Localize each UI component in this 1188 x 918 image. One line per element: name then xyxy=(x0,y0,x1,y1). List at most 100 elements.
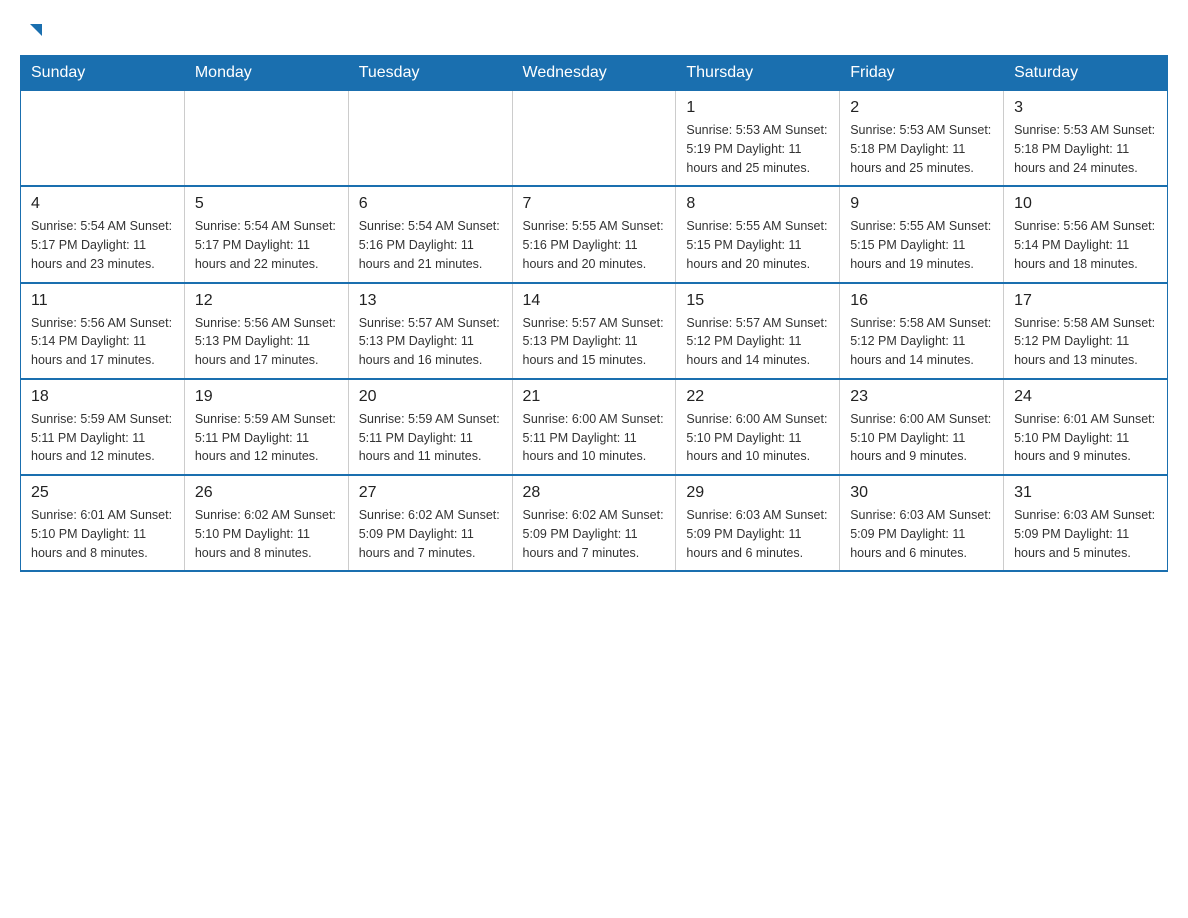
day-info: Sunrise: 5:59 AM Sunset: 5:11 PM Dayligh… xyxy=(195,410,338,466)
day-number: 29 xyxy=(686,484,829,502)
day-info: Sunrise: 6:03 AM Sunset: 5:09 PM Dayligh… xyxy=(686,506,829,562)
page-header xyxy=(20,20,1168,45)
day-info: Sunrise: 6:02 AM Sunset: 5:09 PM Dayligh… xyxy=(359,506,502,562)
day-info: Sunrise: 5:58 AM Sunset: 5:12 PM Dayligh… xyxy=(850,314,993,370)
day-number: 9 xyxy=(850,195,993,213)
day-number: 2 xyxy=(850,99,993,117)
calendar-week-row: 18 Sunrise: 5:59 AM Sunset: 5:11 PM Dayli… xyxy=(21,379,1168,475)
day-info: Sunrise: 5:56 AM Sunset: 5:14 PM Dayligh… xyxy=(1014,217,1157,273)
day-number: 10 xyxy=(1014,195,1157,213)
calendar-week-row: 25 Sunrise: 6:01 AM Sunset: 5:10 PM Dayli… xyxy=(21,475,1168,571)
calendar-day-cell: 18 Sunrise: 5:59 AM Sunset: 5:11 PM Dayli… xyxy=(21,379,185,475)
day-info: Sunrise: 6:00 AM Sunset: 5:10 PM Dayligh… xyxy=(850,410,993,466)
day-of-week-header: Tuesday xyxy=(348,56,512,91)
day-info: Sunrise: 5:57 AM Sunset: 5:12 PM Dayligh… xyxy=(686,314,829,370)
calendar-week-row: 11 Sunrise: 5:56 AM Sunset: 5:14 PM Dayli… xyxy=(21,283,1168,379)
day-number: 3 xyxy=(1014,99,1157,117)
day-info: Sunrise: 5:54 AM Sunset: 5:17 PM Dayligh… xyxy=(195,217,338,273)
calendar-day-cell: 16 Sunrise: 5:58 AM Sunset: 5:12 PM Dayli… xyxy=(840,283,1004,379)
day-number: 8 xyxy=(686,195,829,213)
day-info: Sunrise: 6:00 AM Sunset: 5:10 PM Dayligh… xyxy=(686,410,829,466)
calendar-day-cell: 7 Sunrise: 5:55 AM Sunset: 5:16 PM Daylig… xyxy=(512,186,676,282)
calendar-day-cell: 23 Sunrise: 6:00 AM Sunset: 5:10 PM Dayli… xyxy=(840,379,1004,475)
day-info: Sunrise: 6:03 AM Sunset: 5:09 PM Dayligh… xyxy=(850,506,993,562)
day-number: 13 xyxy=(359,292,502,310)
calendar-day-cell: 27 Sunrise: 6:02 AM Sunset: 5:09 PM Dayli… xyxy=(348,475,512,571)
day-info: Sunrise: 5:54 AM Sunset: 5:16 PM Dayligh… xyxy=(359,217,502,273)
day-info: Sunrise: 5:57 AM Sunset: 5:13 PM Dayligh… xyxy=(523,314,666,370)
day-number: 31 xyxy=(1014,484,1157,502)
logo xyxy=(20,20,46,45)
calendar-week-row: 1 Sunrise: 5:53 AM Sunset: 5:19 PM Daylig… xyxy=(21,91,1168,187)
day-number: 1 xyxy=(686,99,829,117)
day-number: 22 xyxy=(686,388,829,406)
calendar-day-cell: 12Sunrise: 5:56 AM Sunset: 5:13 PM Dayli… xyxy=(184,283,348,379)
day-info: Sunrise: 5:59 AM Sunset: 5:11 PM Dayligh… xyxy=(31,410,174,466)
day-number: 21 xyxy=(523,388,666,406)
day-number: 12 xyxy=(195,292,338,310)
calendar-table: SundayMondayTuesdayWednesdayThursdayFrid… xyxy=(20,55,1168,572)
day-info: Sunrise: 6:01 AM Sunset: 5:10 PM Dayligh… xyxy=(31,506,174,562)
day-number: 30 xyxy=(850,484,993,502)
calendar-day-cell: 19 Sunrise: 5:59 AM Sunset: 5:11 PM Dayli… xyxy=(184,379,348,475)
calendar-day-cell: 14 Sunrise: 5:57 AM Sunset: 5:13 PM Dayli… xyxy=(512,283,676,379)
calendar-day-cell: 15 Sunrise: 5:57 AM Sunset: 5:12 PM Dayli… xyxy=(676,283,840,379)
day-number: 23 xyxy=(850,388,993,406)
calendar-day-cell: 31 Sunrise: 6:03 AM Sunset: 5:09 PM Dayli… xyxy=(1004,475,1168,571)
calendar-day-cell: 26 Sunrise: 6:02 AM Sunset: 5:10 PM Dayli… xyxy=(184,475,348,571)
day-info: Sunrise: 5:57 AM Sunset: 5:13 PM Dayligh… xyxy=(359,314,502,370)
day-number: 4 xyxy=(31,195,174,213)
day-number: 14 xyxy=(523,292,666,310)
calendar-day-cell: 24Sunrise: 6:01 AM Sunset: 5:10 PM Dayli… xyxy=(1004,379,1168,475)
calendar-day-cell: 30 Sunrise: 6:03 AM Sunset: 5:09 PM Dayli… xyxy=(840,475,1004,571)
day-number: 18 xyxy=(31,388,174,406)
calendar-day-cell: 10 Sunrise: 5:56 AM Sunset: 5:14 PM Dayli… xyxy=(1004,186,1168,282)
calendar-day-cell: 4 Sunrise: 5:54 AM Sunset: 5:17 PM Daylig… xyxy=(21,186,185,282)
day-number: 17 xyxy=(1014,292,1157,310)
calendar-day-cell: 21 Sunrise: 6:00 AM Sunset: 5:11 PM Dayli… xyxy=(512,379,676,475)
day-number: 28 xyxy=(523,484,666,502)
day-number: 27 xyxy=(359,484,502,502)
day-number: 6 xyxy=(359,195,502,213)
calendar-day-cell: 11 Sunrise: 5:56 AM Sunset: 5:14 PM Dayli… xyxy=(21,283,185,379)
calendar-day-cell: 1 Sunrise: 5:53 AM Sunset: 5:19 PM Daylig… xyxy=(676,91,840,187)
day-number: 15 xyxy=(686,292,829,310)
day-info: Sunrise: 5:54 AM Sunset: 5:17 PM Dayligh… xyxy=(31,217,174,273)
day-number: 24 xyxy=(1014,388,1157,406)
day-info: Sunrise: 5:56 AM Sunset: 5:14 PM Dayligh… xyxy=(31,314,174,370)
calendar-day-cell: 20Sunrise: 5:59 AM Sunset: 5:11 PM Dayli… xyxy=(348,379,512,475)
calendar-day-cell: 25 Sunrise: 6:01 AM Sunset: 5:10 PM Dayli… xyxy=(21,475,185,571)
day-number: 19 xyxy=(195,388,338,406)
calendar-day-cell: 22 Sunrise: 6:00 AM Sunset: 5:10 PM Dayli… xyxy=(676,379,840,475)
calendar-day-cell: 8Sunrise: 5:55 AM Sunset: 5:15 PM Daylig… xyxy=(676,186,840,282)
day-info: Sunrise: 5:53 AM Sunset: 5:18 PM Dayligh… xyxy=(850,121,993,177)
calendar-day-cell: 17Sunrise: 5:58 AM Sunset: 5:12 PM Dayli… xyxy=(1004,283,1168,379)
day-of-week-header: Monday xyxy=(184,56,348,91)
calendar-day-cell: 28 Sunrise: 6:02 AM Sunset: 5:09 PM Dayli… xyxy=(512,475,676,571)
calendar-day-cell: 9Sunrise: 5:55 AM Sunset: 5:15 PM Daylig… xyxy=(840,186,1004,282)
day-info: Sunrise: 5:53 AM Sunset: 5:18 PM Dayligh… xyxy=(1014,121,1157,177)
calendar-week-row: 4 Sunrise: 5:54 AM Sunset: 5:17 PM Daylig… xyxy=(21,186,1168,282)
day-info: Sunrise: 5:53 AM Sunset: 5:19 PM Dayligh… xyxy=(686,121,829,177)
logo-arrow-icon xyxy=(24,20,46,47)
calendar-day-cell xyxy=(184,91,348,187)
day-info: Sunrise: 6:00 AM Sunset: 5:11 PM Dayligh… xyxy=(523,410,666,466)
calendar-day-cell xyxy=(512,91,676,187)
day-number: 7 xyxy=(523,195,666,213)
day-number: 25 xyxy=(31,484,174,502)
day-info: Sunrise: 6:02 AM Sunset: 5:10 PM Dayligh… xyxy=(195,506,338,562)
day-number: 11 xyxy=(31,292,174,310)
day-of-week-header: Saturday xyxy=(1004,56,1168,91)
day-info: Sunrise: 5:59 AM Sunset: 5:11 PM Dayligh… xyxy=(359,410,502,466)
day-number: 16 xyxy=(850,292,993,310)
day-number: 26 xyxy=(195,484,338,502)
day-info: Sunrise: 6:02 AM Sunset: 5:09 PM Dayligh… xyxy=(523,506,666,562)
day-info: Sunrise: 6:03 AM Sunset: 5:09 PM Dayligh… xyxy=(1014,506,1157,562)
day-number: 5 xyxy=(195,195,338,213)
calendar-day-cell: 3 Sunrise: 5:53 AM Sunset: 5:18 PM Daylig… xyxy=(1004,91,1168,187)
calendar-day-cell: 5 Sunrise: 5:54 AM Sunset: 5:17 PM Daylig… xyxy=(184,186,348,282)
calendar-day-cell: 6 Sunrise: 5:54 AM Sunset: 5:16 PM Daylig… xyxy=(348,186,512,282)
day-of-week-header: Friday xyxy=(840,56,1004,91)
day-info: Sunrise: 5:55 AM Sunset: 5:16 PM Dayligh… xyxy=(523,217,666,273)
calendar-day-cell: 29 Sunrise: 6:03 AM Sunset: 5:09 PM Dayli… xyxy=(676,475,840,571)
